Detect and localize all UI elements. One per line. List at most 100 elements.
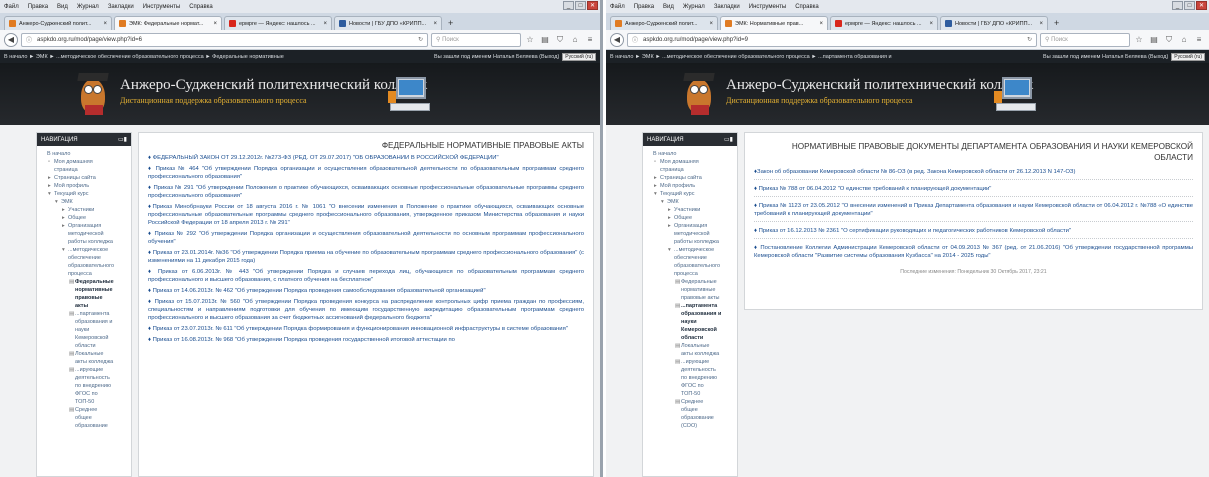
nav-item[interactable]: ▸ Страницы сайта xyxy=(647,174,734,182)
home-icon[interactable]: ⌂ xyxy=(569,35,581,44)
nav-item[interactable]: ▾ Текущий курс xyxy=(41,190,128,198)
hamburger-menu-icon[interactable]: ≡ xyxy=(584,35,596,44)
nav-item[interactable]: ▤...ирующие xyxy=(41,366,128,374)
document-link[interactable]: ♦Закон об образовании Кемеровской област… xyxy=(754,168,1193,176)
info-icon[interactable]: ⓘ xyxy=(26,35,32,44)
menu-edit[interactable]: Правка xyxy=(28,4,48,10)
login-info[interactable]: Вы зашли под именем Наталья Беляева (Вых… xyxy=(1043,54,1168,60)
nav-item[interactable]: ▸ Организация xyxy=(647,222,734,230)
address-bar[interactable]: ⓘ aspkdo.org.ru/mod/page/view.php?id=6 ↻ xyxy=(21,32,428,47)
nav-item[interactable]: ▫ Моя домашняя xyxy=(647,158,734,166)
reload-icon[interactable]: ↻ xyxy=(418,36,423,43)
nav-item[interactable]: образовательного xyxy=(41,262,128,270)
bookmarks-list-icon[interactable]: ▤ xyxy=(1148,35,1160,44)
document-link[interactable]: ♦Приказ Минобрнауки России от 18 августа… xyxy=(148,203,584,227)
browser-tab[interactable]: Анжеро-Судженский полит... × xyxy=(610,16,718,30)
document-link[interactable]: ♦ Приказ № 292 "Об утверждении Порядка о… xyxy=(148,230,584,246)
nav-item[interactable]: ФГОС по xyxy=(41,390,128,398)
menu-help[interactable]: Справка xyxy=(795,4,819,10)
nav-item[interactable]: процесса xyxy=(41,270,128,278)
nav-item[interactable]: ▸ Участники xyxy=(647,206,734,214)
maximize-button[interactable]: □ xyxy=(1184,1,1195,10)
browser-tab[interactable]: Новости | ГБУ ДПО «КРИПП... × xyxy=(940,16,1048,30)
back-arrow-icon[interactable]: ◀ xyxy=(610,32,624,47)
nav-item[interactable]: ▤...ирующие xyxy=(647,358,734,366)
nav-item[interactable]: ▫ Моя домашняя xyxy=(41,158,128,166)
nav-item[interactable]: В начало xyxy=(647,150,734,158)
nav-item[interactable]: методической xyxy=(41,230,128,238)
site-name[interactable]: Анжеро-Судженский политехнический коллед… xyxy=(120,77,427,94)
site-name[interactable]: Анжеро-Судженский политехнический коллед… xyxy=(726,77,1033,94)
document-link[interactable]: ♦ Приказ от 15.07.2013г. № 560 "Об утвер… xyxy=(148,298,584,322)
bookmark-star-icon[interactable]: ☆ xyxy=(1133,35,1145,44)
menu-view[interactable]: Вид xyxy=(663,4,674,10)
nav-item[interactable]: деятельность xyxy=(647,366,734,374)
nav-item[interactable]: ▸ Мой профиль xyxy=(41,182,128,190)
minimize-button[interactable]: _ xyxy=(563,1,574,10)
nav-item[interactable]: (СОО) xyxy=(647,422,734,430)
tab-close-icon[interactable]: × xyxy=(819,21,823,27)
nav-item[interactable]: ▸ Общее xyxy=(647,214,734,222)
browser-tab[interactable]: ЭМК: Федеральные нормат... × xyxy=(114,16,222,30)
nav-item[interactable]: ТОП-50 xyxy=(41,398,128,406)
nav-item[interactable]: образования и xyxy=(647,310,734,318)
nav-item[interactable]: науки xyxy=(647,318,734,326)
document-link[interactable]: ♦ Приказ от 6.06.2013г. № 443 "Об утверж… xyxy=(148,268,584,284)
nav-item[interactable]: работы колледжа xyxy=(41,238,128,246)
nav-item[interactable]: образование xyxy=(647,414,734,422)
menu-history[interactable]: Журнал xyxy=(683,4,705,10)
hamburger-menu-icon[interactable]: ≡ xyxy=(1193,35,1205,44)
nav-item[interactable]: правовые акты xyxy=(647,294,734,302)
tab-close-icon[interactable]: × xyxy=(709,21,713,27)
nav-item[interactable]: правовые xyxy=(41,294,128,302)
home-icon[interactable]: ⌂ xyxy=(1178,35,1190,44)
nav-item[interactable]: ТОП-50 xyxy=(647,390,734,398)
nav-item[interactable]: ▸ Мой профиль xyxy=(647,182,734,190)
document-link[interactable]: ♦ Постановление Коллегии Администрации К… xyxy=(754,244,1193,260)
document-link[interactable]: ♦ Приказ от 23.07.2013г. № 611 "Об утвер… xyxy=(148,325,584,333)
nav-item[interactable]: образование xyxy=(41,422,128,430)
browser-tab[interactable]: ЭМК: Нормативные прав... × xyxy=(720,16,828,30)
nav-item[interactable]: ▤Федеральные xyxy=(41,278,128,286)
browser-tab[interactable]: Анжеро-Судженский полит... × xyxy=(4,16,112,30)
back-arrow-icon[interactable]: ◀ xyxy=(4,32,18,47)
nav-item[interactable]: работы колледжа xyxy=(647,238,734,246)
nav-item[interactable]: ▾ ...методическое xyxy=(41,246,128,254)
nav-item[interactable]: по внедрению xyxy=(647,374,734,382)
nav-item[interactable]: В начало xyxy=(41,150,128,158)
language-select[interactable]: Русский (ru) xyxy=(562,52,596,61)
browser-tab[interactable]: ермрге — Яндекс: нашлось ... × xyxy=(830,16,938,30)
nav-item[interactable]: ▾ ЭМК xyxy=(41,198,128,206)
pocket-icon[interactable]: ⛉ xyxy=(554,35,566,45)
nav-item[interactable]: страница xyxy=(41,166,128,174)
tab-close-icon[interactable]: × xyxy=(213,21,217,27)
nav-item[interactable]: нормативные xyxy=(647,286,734,294)
browser-tab[interactable]: ермрге — Яндекс: нашлось ... × xyxy=(224,16,332,30)
nav-item[interactable]: обеспечение xyxy=(647,254,734,262)
document-link[interactable]: ♦ Приказ № 788 от 06.04.2012 "О единстве… xyxy=(754,185,1193,193)
tab-close-icon[interactable]: × xyxy=(929,21,933,27)
nav-item[interactable]: общее xyxy=(41,414,128,422)
nav-item[interactable]: акты колледжа xyxy=(647,350,734,358)
nav-item[interactable]: Кемеровской xyxy=(41,334,128,342)
pocket-icon[interactable]: ⛉ xyxy=(1163,35,1175,45)
info-icon[interactable]: ⓘ xyxy=(632,35,638,44)
language-select[interactable]: Русский (ru) xyxy=(1171,52,1205,61)
nav-item[interactable]: ▸ Страницы сайта xyxy=(41,174,128,182)
tab-close-icon[interactable]: × xyxy=(323,21,327,27)
close-window-button[interactable]: ✕ xyxy=(587,1,598,10)
nav-item[interactable]: области xyxy=(41,342,128,350)
menu-file[interactable]: Файл xyxy=(610,4,625,10)
nav-item[interactable]: ▤Среднее xyxy=(41,406,128,414)
document-link[interactable]: ♦ Приказ от 23.01.2014г. №36 "Об утвержд… xyxy=(148,249,584,265)
nav-item[interactable]: Кемеровской xyxy=(647,326,734,334)
document-link[interactable]: ♦ ФЕДЕРАЛЬНЫЙ ЗАКОН ОТ 29.12.2012г. №273… xyxy=(148,154,584,162)
document-link[interactable]: ♦ Приказ № 291 "Об утверждении Положения… xyxy=(148,184,584,200)
nav-item[interactable]: ▾ ЭМК xyxy=(647,198,734,206)
nav-item[interactable]: обеспечение xyxy=(41,254,128,262)
nav-item[interactable]: ▸ Общее xyxy=(41,214,128,222)
nav-item[interactable]: акты xyxy=(41,302,128,310)
nav-item[interactable]: образовательного xyxy=(647,262,734,270)
nav-item[interactable]: области xyxy=(647,334,734,342)
nav-item[interactable]: ФГОС по xyxy=(647,382,734,390)
